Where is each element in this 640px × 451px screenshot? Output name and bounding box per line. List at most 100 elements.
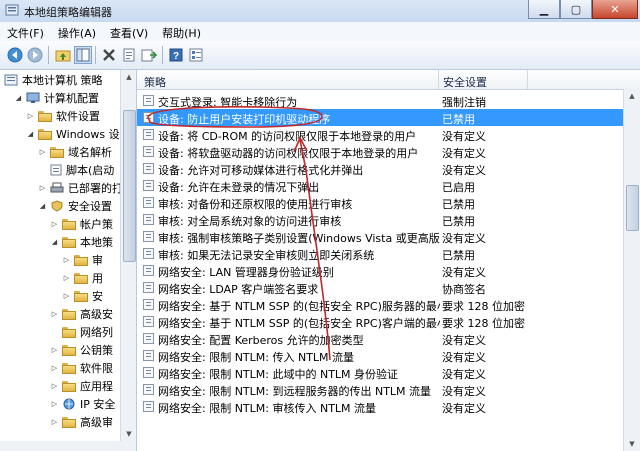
table-row[interactable]: 网络安全: 基于 NTLM SSP 的(包括安全 RPC)服务器的最小... 要…: [137, 296, 627, 313]
menu-help[interactable]: 帮助(H): [155, 22, 208, 41]
folder-icon: [62, 380, 76, 392]
menu-action[interactable]: 操作(A): [51, 22, 103, 41]
collapsed-arrow-icon[interactable]: ▷: [38, 148, 47, 157]
table-row[interactable]: 网络安全: LAN 管理器身份验证级别 没有定义: [137, 262, 627, 279]
scroll-up-icon[interactable]: ▲: [121, 70, 136, 84]
scroll-down-icon[interactable]: ▼: [121, 427, 136, 441]
show-hide-tree-icon[interactable]: [74, 46, 92, 64]
tree-item-deployed-printers[interactable]: ▷ 已部署的打: [38, 179, 123, 197]
table-row[interactable]: 设备: 允许对可移动媒体进行格式化并弹出 没有定义: [137, 160, 627, 177]
collapsed-arrow-icon[interactable]: ▷: [50, 382, 59, 391]
tree-item-security-settings[interactable]: ◢ 安全设置: [38, 197, 112, 215]
tree-horizontal-scrollbar[interactable]: [0, 441, 136, 451]
table-row[interactable]: 网络安全: 限制 NTLM: 审核传入 NTLM 流量 没有定义: [137, 398, 627, 415]
tree-item-account-policies[interactable]: ▷ 帐户策: [50, 215, 113, 233]
tree-item-public-key[interactable]: ▷ 公钥策: [50, 341, 113, 359]
tree-item-label: IP 安全: [80, 398, 116, 411]
tree-item-user-rights[interactable]: ▷ 用: [62, 269, 103, 287]
table-row[interactable]: 网络安全: 限制 NTLM: 传入 NTLM 流量 没有定义: [137, 347, 627, 364]
tree-item-security-options[interactable]: ▷ 安: [62, 287, 103, 305]
tree-item-local-computer-policy[interactable]: 本地计算机 策略: [4, 71, 103, 89]
tree-item-network-list[interactable]: 网络列: [62, 323, 113, 341]
table-row[interactable]: 网络安全: LDAP 客户端签名要求 协商签名: [137, 279, 627, 296]
security-setting: 强制注销: [442, 96, 486, 109]
column-divider[interactable]: [527, 70, 528, 89]
delete-icon[interactable]: [100, 46, 118, 64]
policy-setting-icon: [143, 214, 154, 225]
tree-item-windows-settings[interactable]: ◢ Windows 设: [26, 125, 120, 143]
title-bar[interactable]: 本地组策略编辑器 ▁ ▢ ✕: [0, 0, 640, 22]
scroll-up-icon[interactable]: ▲: [624, 89, 640, 103]
menu-view[interactable]: 查看(V): [103, 22, 155, 41]
tree-item-audit-policy[interactable]: ▷ 审: [62, 251, 103, 269]
list-vertical-scrollbar[interactable]: ▲ ▼: [623, 89, 640, 451]
table-row[interactable]: 审核: 如果无法记录安全审核则立即关闭系统 已禁用: [137, 245, 627, 262]
column-header-setting[interactable]: 安全设置: [443, 74, 487, 90]
folder-icon: [62, 308, 76, 320]
printer-icon: [50, 182, 64, 193]
column-header-policy[interactable]: 策略: [144, 74, 166, 90]
details-view-icon[interactable]: [187, 46, 205, 64]
properties-icon[interactable]: [120, 46, 138, 64]
table-row[interactable]: 设备: 将软盘驱动器的访问权限仅限于本地登录的用户 没有定义: [137, 143, 627, 160]
policy-setting-icon: [143, 248, 154, 259]
tree-item-software-settings[interactable]: ▷ 软件设置: [26, 107, 100, 125]
table-row[interactable]: 审核: 对全局系统对象的访问进行审核 已禁用: [137, 211, 627, 228]
security-setting: 已禁用: [442, 215, 475, 228]
table-row[interactable]: 设备: 允许在未登录的情况下弹出 已启用: [137, 177, 627, 194]
table-row[interactable]: 审核: 对备份和还原权限的使用进行审核 已禁用: [137, 194, 627, 211]
tree-scroll-thumb[interactable]: [123, 110, 136, 262]
scroll-down-icon[interactable]: ▼: [624, 437, 640, 451]
list-scroll-thumb[interactable]: [626, 185, 639, 231]
maximize-button[interactable]: ▢: [560, 0, 592, 19]
collapsed-arrow-icon[interactable]: ▷: [50, 346, 59, 355]
collapsed-arrow-icon[interactable]: ▷: [50, 418, 59, 427]
table-row[interactable]: 网络安全: 基于 NTLM SSP 的(包括安全 RPC)客户端的最小... 要…: [137, 313, 627, 330]
menu-file[interactable]: 文件(F): [0, 22, 51, 41]
export-icon[interactable]: [140, 46, 158, 64]
minimize-button[interactable]: ▁: [528, 0, 560, 19]
collapsed-arrow-icon[interactable]: ▷: [62, 256, 71, 265]
tree-item-advanced-firewall[interactable]: ▷ 高级安: [50, 305, 113, 323]
toolbar-separator: [95, 46, 96, 64]
collapsed-arrow-icon[interactable]: ▷: [38, 184, 47, 193]
table-row[interactable]: 审核: 强制审核策略子类别设置(Windows Vista 或更高版本... 没…: [137, 228, 627, 245]
collapsed-arrow-icon[interactable]: ▷: [50, 310, 59, 319]
back-icon[interactable]: [6, 46, 24, 64]
forward-icon[interactable]: [26, 46, 44, 64]
tree-item-scripts[interactable]: 脚本(启动: [50, 161, 114, 179]
tree-item-software-restriction[interactable]: ▷ 软件限: [50, 359, 113, 377]
tree-item-local-policies[interactable]: ◢ 本地策: [50, 233, 113, 251]
table-row[interactable]: 设备: 将 CD-ROM 的访问权限仅限于本地登录的用户 没有定义: [137, 126, 627, 143]
expanded-arrow-icon[interactable]: ◢: [14, 94, 23, 103]
security-setting: 没有定义: [442, 385, 486, 398]
tree-item-ip-security[interactable]: ▷ IP 安全: [50, 395, 116, 413]
collapsed-arrow-icon[interactable]: ▷: [50, 364, 59, 373]
tree-item-label: 本地计算机 策略: [22, 74, 103, 87]
tree-item-label: 高级审: [80, 416, 113, 429]
table-row[interactable]: 网络安全: 限制 NTLM: 到远程服务器的传出 NTLM 流量 没有定义: [137, 381, 627, 398]
collapsed-arrow-icon[interactable]: ▷: [50, 220, 59, 229]
expanded-arrow-icon[interactable]: ◢: [38, 202, 47, 211]
expanded-arrow-icon[interactable]: ◢: [26, 130, 35, 139]
table-row[interactable]: 网络安全: 配置 Kerberos 允许的加密类型 没有定义: [137, 330, 627, 347]
tree-item-name-resolution[interactable]: ▷ 域名解析: [38, 143, 112, 161]
tree-item-app-control[interactable]: ▷ 应用程: [50, 377, 113, 395]
collapsed-arrow-icon[interactable]: ▷: [62, 292, 71, 301]
table-row-selected[interactable]: 设备: 防止用户安装打印机驱动程序 已禁用: [137, 109, 627, 126]
collapsed-arrow-icon[interactable]: ▷: [26, 112, 35, 121]
column-divider[interactable]: [438, 70, 439, 89]
tree-vertical-scrollbar[interactable]: ▲ ▼: [120, 70, 136, 441]
tree-item-computer-config[interactable]: ◢ 计算机配置: [14, 89, 99, 107]
policy-editor-icon: [5, 4, 19, 16]
collapsed-arrow-icon[interactable]: ▷: [62, 274, 71, 283]
table-row[interactable]: 交互式登录: 智能卡移除行为 强制注销: [137, 92, 627, 109]
table-row[interactable]: 网络安全: 限制 NTLM: 此域中的 NTLM 身份验证 没有定义: [137, 364, 627, 381]
folder-up-icon[interactable]: [54, 46, 72, 64]
folder-icon: [74, 272, 88, 284]
expanded-arrow-icon[interactable]: ◢: [50, 238, 59, 247]
help-icon[interactable]: ?: [167, 46, 185, 64]
close-button[interactable]: ✕: [592, 0, 638, 19]
collapsed-arrow-icon[interactable]: ▷: [50, 400, 59, 409]
tree-item-advanced-audit[interactable]: ▷ 高级审: [50, 413, 113, 431]
